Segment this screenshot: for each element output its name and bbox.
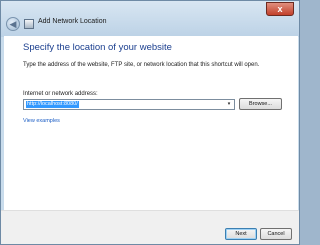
add-network-location-window: x ◀ Add Network Location Specify the loc… [0, 0, 300, 245]
network-location-icon [24, 19, 34, 29]
next-button[interactable]: Next [225, 228, 257, 240]
wizard-content: Specify the location of your website Typ… [4, 36, 298, 210]
view-examples-link[interactable]: View examples [23, 118, 60, 124]
page-description: Type the address of the website, FTP sit… [23, 62, 260, 68]
close-button[interactable]: x [266, 2, 294, 16]
address-label: Internet or network address: [23, 91, 98, 97]
address-input-value[interactable]: http://localhost:8080/ [26, 101, 79, 108]
title-bar[interactable]: x ◀ Add Network Location [1, 1, 299, 37]
window-title: Add Network Location [38, 18, 107, 25]
cancel-button[interactable]: Cancel [260, 228, 292, 240]
wizard-footer: Next Cancel [1, 210, 299, 244]
chevron-down-icon[interactable]: ▾ [225, 101, 233, 108]
back-arrow-icon[interactable]: ◀ [6, 17, 20, 31]
page-heading: Specify the location of your website [23, 42, 172, 53]
address-combobox[interactable]: http://localhost:8080/ ▾ [23, 99, 235, 110]
browse-button[interactable]: Browse... [239, 98, 282, 110]
